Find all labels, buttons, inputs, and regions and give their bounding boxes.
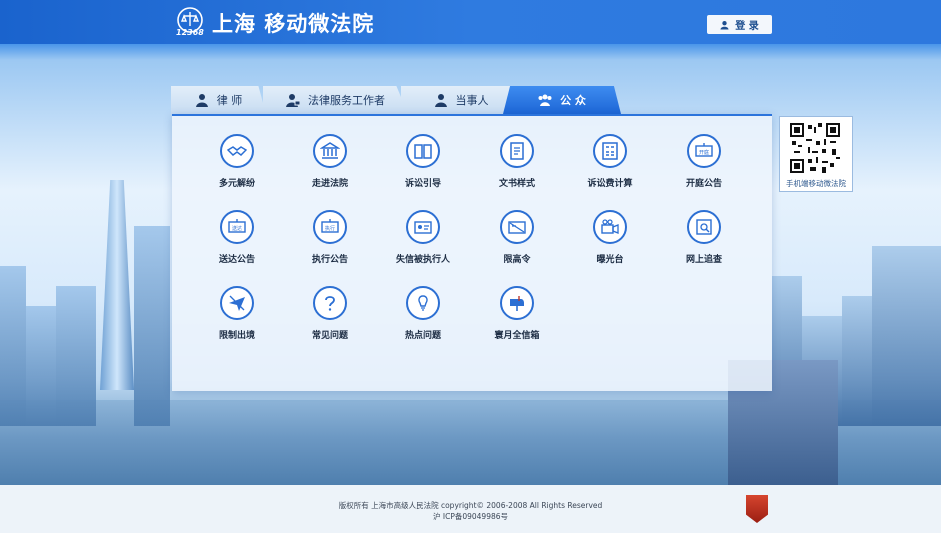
service-label: 限高令 <box>503 255 531 265</box>
service-item[interactable]: 诉讼引导 <box>378 134 468 204</box>
tab-public[interactable]: 公 众 <box>503 86 621 114</box>
service-label: 失信被执行人 <box>395 255 450 265</box>
book-icon <box>414 144 432 159</box>
service-label: 热点问题 <box>404 331 441 341</box>
plane-icon <box>229 295 245 311</box>
qr-code-card: 手机端移动微法院 <box>779 116 853 192</box>
court-building-icon <box>320 142 340 159</box>
service-label: 开庭公告 <box>685 179 722 189</box>
services-panel: 多元解纷 走进法院 诉讼引导 文书样式 诉讼费计算 开庭 开庭公告 送达 送达公… <box>172 114 772 391</box>
qr-caption: 手机端移动微法院 <box>786 179 846 188</box>
service-label: 多元解纷 <box>218 179 255 189</box>
login-button[interactable]: 登 录 <box>707 15 772 34</box>
service-label: 文书样式 <box>498 179 535 189</box>
tab-legal-worker[interactable]: 法律服务工作者 <box>263 86 408 114</box>
service-label: 执行公告 <box>311 255 348 265</box>
service-item[interactable]: 文书样式 <box>472 134 562 204</box>
tab-label: 律 师 <box>216 94 243 107</box>
lightbulb-icon <box>418 295 428 311</box>
footer: 版权所有 上海市高级人民法院 copyright© 2006-2008 All … <box>0 485 941 533</box>
service-label: 诉讼引导 <box>404 179 441 189</box>
user-icon <box>720 20 729 29</box>
role-tabs: 律 师 法律服务工作者 当事人 公 众 <box>171 86 621 114</box>
user-icon <box>434 94 447 107</box>
service-item[interactable]: 多元解纷 <box>192 134 282 204</box>
icp-text: 沪 ICP备09049986号 <box>432 512 509 521</box>
user-icon <box>195 94 208 107</box>
skyline-building <box>0 266 26 426</box>
service-item[interactable]: 走进法院 <box>285 134 375 204</box>
tab-lawyer[interactable]: 律 师 <box>171 86 266 114</box>
site-title: 上海 移动微法院 <box>212 12 375 36</box>
service-label: 寰月全信箱 <box>494 331 540 341</box>
service-item[interactable]: 寰月全信箱 <box>472 286 562 356</box>
id-card-icon <box>414 221 432 234</box>
service-item[interactable]: 常见问题 <box>285 286 375 356</box>
copyright-text: 版权所有 上海市高级人民法院 copyright© 2006-2008 All … <box>338 501 603 510</box>
camera-icon <box>601 219 619 234</box>
handshake-icon <box>227 146 247 156</box>
skyline-building <box>134 226 170 426</box>
tab-party[interactable]: 当事人 <box>401 86 521 114</box>
service-item[interactable]: 诉讼费计算 <box>565 134 655 204</box>
service-label: 网上追查 <box>685 255 722 265</box>
service-label: 限制出境 <box>218 331 255 341</box>
service-item[interactable]: 限制出境 <box>192 286 282 356</box>
login-label: 登 录 <box>735 21 759 32</box>
tab-label: 法律服务工作者 <box>308 94 385 107</box>
service-item[interactable]: 热点问题 <box>378 286 468 356</box>
service-item[interactable]: 失信被执行人 <box>378 210 468 280</box>
notice-badge-text: 执行 <box>325 225 335 232</box>
calculator-icon <box>602 142 618 160</box>
service-item[interactable]: 网上追查 <box>659 210 749 280</box>
service-item[interactable]: 送达 送达公告 <box>192 210 282 280</box>
mailbox-icon <box>510 296 524 311</box>
skyline-building <box>26 306 56 426</box>
restriction-card-icon <box>508 221 526 234</box>
service-label: 走进法院 <box>311 179 348 189</box>
service-item[interactable]: 开庭 开庭公告 <box>659 134 749 204</box>
service-label: 送达公告 <box>218 255 255 265</box>
document-icon <box>510 142 524 160</box>
hotline-badge: 12368 <box>176 28 204 37</box>
search-document-icon <box>696 219 712 235</box>
service-item[interactable]: 限高令 <box>472 210 562 280</box>
execution-notice-icon: 执行 <box>321 219 339 233</box>
skyline-building <box>872 246 941 426</box>
user-work-icon <box>286 94 300 107</box>
group-icon <box>538 94 552 106</box>
delivery-notice-icon: 送达 <box>228 219 246 233</box>
qr-code-image <box>790 123 840 173</box>
skyline-building <box>56 286 96 426</box>
tab-label: 当事人 <box>455 94 489 107</box>
service-label: 诉讼费计算 <box>587 179 633 189</box>
question-icon <box>325 296 335 311</box>
service-label: 曝光台 <box>596 255 624 265</box>
service-item[interactable]: 执行 执行公告 <box>285 210 375 280</box>
header-bar: 12368 上海 移动微法院 登 录 <box>0 0 941 44</box>
skyline-building <box>842 296 872 426</box>
service-label: 常见问题 <box>311 331 348 341</box>
notice-badge-text: 送达 <box>232 225 242 232</box>
notice-board-icon: 开庭 <box>695 143 713 157</box>
tab-label: 公 众 <box>560 94 586 107</box>
notice-badge-text: 开庭 <box>699 149 709 156</box>
service-item[interactable]: 曝光台 <box>565 210 655 280</box>
